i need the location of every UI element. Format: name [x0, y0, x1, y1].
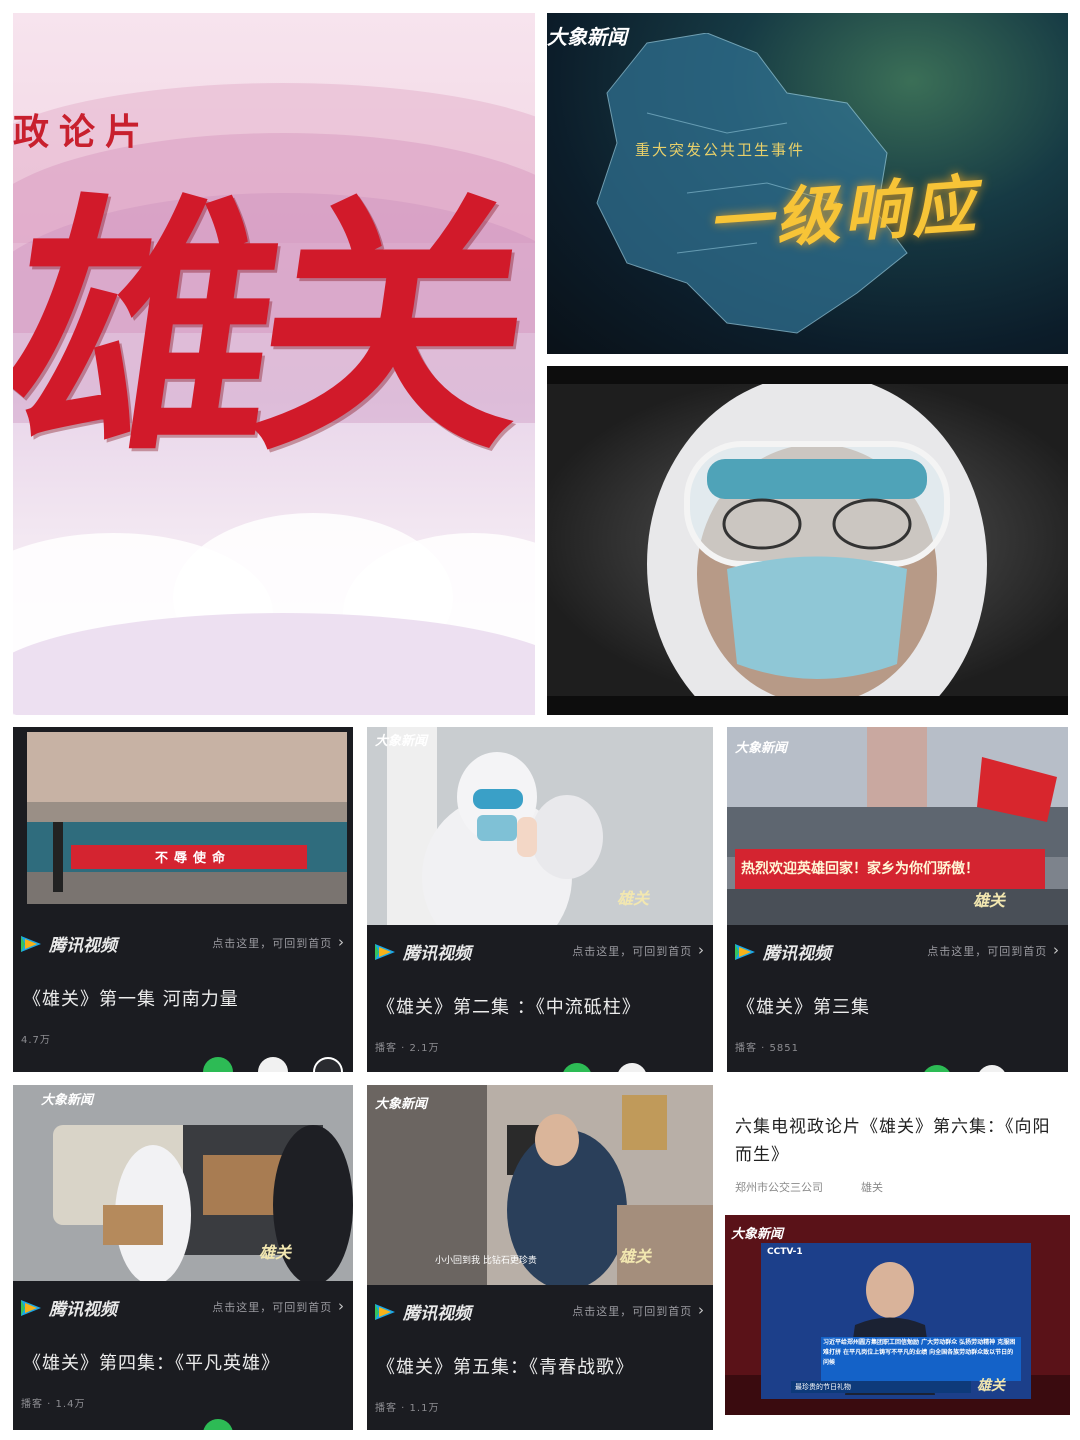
- episode-thumbnail: 大象新闻 热烈欢迎英雄回家！家乡为你们骄傲！ 雄关: [727, 727, 1068, 925]
- episode-thumbnail: 不辱使命: [13, 727, 353, 917]
- tencent-video-icon: [375, 1303, 395, 1320]
- tv-photo: 大象新闻 CCTV-1 习近平给郑州圆方集团职工回信勉励 广大劳动群众 弘扬劳动…: [725, 1215, 1070, 1415]
- episode-thumbnail: 大象新闻 小小回到我 比钻石更珍贵 雄关: [367, 1085, 713, 1290]
- episode-views: 4.7万: [21, 1035, 51, 1046]
- watermark: 雄关: [259, 1243, 292, 1262]
- episode-thumbnail: 大象新闻 雄关: [13, 1085, 353, 1285]
- watermark: 雄关: [973, 891, 1006, 910]
- poster-title: 雄关: [13, 169, 532, 487]
- brand-name: 腾讯视频: [49, 1300, 117, 1320]
- news-logo: 大象新闻: [375, 734, 428, 749]
- thumbnail-banner: 不辱使命: [154, 851, 231, 866]
- thumbnail-banner: 热烈欢迎英雄回家！家乡为你们骄傲！: [741, 861, 979, 877]
- brand-name: 腾讯视频: [763, 944, 831, 964]
- news-logo: 大象新闻: [375, 1097, 428, 1112]
- tv-headline: 习近平给郑州圆方集团职工回信勉励 广大劳动群众 弘扬劳动精神 克服困难打拼 在平…: [823, 1339, 1016, 1366]
- back-to-home-link[interactable]: 点击这里，可回到首页: [212, 1297, 345, 1315]
- back-to-home-link[interactable]: 点击这里，可回到首页: [572, 941, 705, 959]
- tencent-video-icon: [21, 935, 41, 952]
- episode-title[interactable]: 《雄关》第二集 ：《中流砥柱》: [377, 993, 641, 1019]
- map-title: 一级响应: [705, 167, 982, 262]
- episode-card[interactable]: 大象新闻 小小回到我 比钻石更珍贵 雄关 腾讯视频 点击这里，可回到首页 《雄关…: [367, 1085, 713, 1430]
- brand-name: 腾讯视频: [403, 1304, 471, 1324]
- map-caption: 重大突发公共卫生事件: [635, 141, 806, 159]
- episode-views: 播客 · 2.1万: [375, 1043, 440, 1054]
- tv-channel-label: CCTV-1: [767, 1247, 803, 1257]
- tencent-video-brand: 腾讯视频: [373, 939, 471, 964]
- article-source: 郑州市公交三公司: [735, 1181, 823, 1194]
- episode-thumbnail: 大象新闻 雄关: [367, 727, 713, 957]
- watermark: 雄关: [619, 1247, 652, 1266]
- tv-caption: 最珍贵的节日礼物: [795, 1383, 851, 1391]
- worker-illustration: [647, 374, 987, 715]
- tencent-video-brand: 腾讯视频: [19, 1295, 117, 1320]
- back-to-home-link[interactable]: 点击这里，可回到首页: [572, 1301, 705, 1319]
- news-logo: 大象新闻: [41, 1093, 94, 1108]
- episode-title[interactable]: 《雄关》第五集：《青春战歌》: [377, 1353, 634, 1379]
- brand-name: 腾讯视频: [403, 944, 471, 964]
- back-to-home-link[interactable]: 点击这里，可回到首页: [212, 933, 345, 951]
- poster-image: 政论片 雄关: [13, 13, 535, 715]
- episode-card[interactable]: 大象新闻 雄关 腾讯视频 点击这里，可回到首页 《雄关》第二集 ：《中流砥柱》 …: [367, 727, 713, 1072]
- episode-views: 播客 · 5851: [735, 1043, 799, 1054]
- news-logo: 大象新闻: [547, 25, 627, 49]
- episode-views: 播客 · 1.1万: [375, 1403, 440, 1414]
- watermark: 雄关: [977, 1378, 1005, 1394]
- poster-subtitle: 政论片: [13, 111, 152, 153]
- response-map-image: 大象新闻 重大突发公共卫生事件 一级响应: [547, 13, 1068, 354]
- tencent-video-brand: 腾讯视频: [19, 931, 117, 956]
- video-subtitle: 小小回到我 比钻石更珍贵: [435, 1256, 537, 1266]
- article-tag: 雄关: [861, 1181, 883, 1194]
- news-logo: 大象新闻: [735, 741, 788, 756]
- tencent-video-icon: [375, 943, 395, 960]
- back-to-home-link[interactable]: 点击这里，可回到首页: [927, 941, 1060, 959]
- watermark: 雄关: [617, 889, 650, 908]
- article-card[interactable]: 六集电视政论片《雄关》第六集：《向阳而生》 郑州市公交三公司 雄关 大象新闻 C…: [725, 1085, 1070, 1415]
- news-logo: 大象新闻: [731, 1227, 784, 1242]
- medical-worker-image: [547, 366, 1068, 715]
- episode-card[interactable]: 不辱使命 腾讯视频 点击这里，可回到首页 《雄关》第一集 河南力量 4.7万: [13, 727, 353, 1072]
- tencent-video-icon: [21, 1299, 41, 1316]
- episode-card[interactable]: 大象新闻 热烈欢迎英雄回家！家乡为你们骄傲！ 雄关 腾讯视频 点击这里，可回到首…: [727, 727, 1068, 1072]
- brand-name: 腾讯视频: [49, 936, 117, 956]
- episode-title[interactable]: 《雄关》第四集：《平凡英雄》: [23, 1349, 280, 1375]
- episode-title[interactable]: 《雄关》第三集: [737, 993, 870, 1019]
- episode-views: 播客 · 1.4万: [21, 1399, 86, 1410]
- article-title[interactable]: 六集电视政论片《雄关》第六集：《向阳而生》: [735, 1113, 1065, 1169]
- tencent-video-brand: 腾讯视频: [733, 939, 831, 964]
- episode-title[interactable]: 《雄关》第一集 河南力量: [23, 985, 239, 1011]
- tencent-video-icon: [735, 943, 755, 960]
- tencent-video-brand: 腾讯视频: [373, 1299, 471, 1324]
- episode-card[interactable]: 大象新闻 雄关 腾讯视频 点击这里，可回到首页 《雄关》第四集：《平凡英雄》 播…: [13, 1085, 353, 1430]
